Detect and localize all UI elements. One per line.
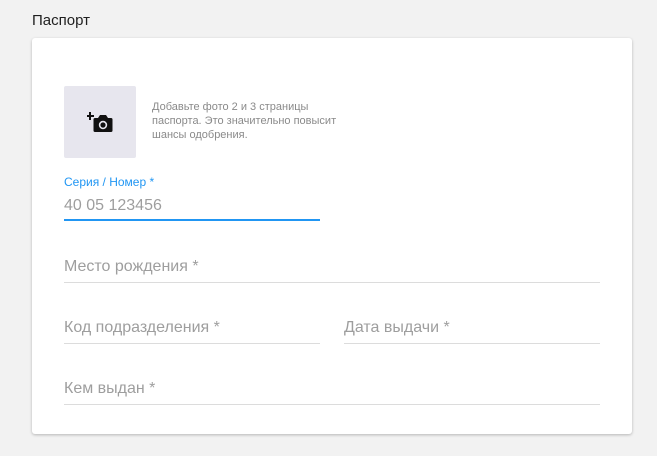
issued-by-underline xyxy=(64,404,600,405)
series-number-label: Серия / Номер * xyxy=(64,175,155,189)
passport-section-title: Паспорт xyxy=(32,12,90,29)
birthplace-underline xyxy=(64,282,600,283)
division-code-underline xyxy=(64,343,320,344)
add-photo-camera-icon xyxy=(87,112,113,132)
issue-date-underline xyxy=(344,343,600,344)
issued-by-field xyxy=(64,378,600,406)
division-code-input[interactable] xyxy=(64,317,320,339)
series-number-underline xyxy=(64,219,320,221)
division-code-field xyxy=(64,317,320,345)
birthplace-field xyxy=(64,256,600,284)
issue-date-input[interactable] xyxy=(344,317,600,339)
series-number-field: Серия / Номер * xyxy=(64,175,320,221)
add-photo-button[interactable] xyxy=(64,86,136,158)
issued-by-input[interactable] xyxy=(64,378,600,400)
birthplace-input[interactable] xyxy=(64,256,600,278)
series-number-input[interactable] xyxy=(64,196,320,216)
passport-card: Добавьте фото 2 и 3 страницы паспорта. Э… xyxy=(32,38,632,434)
photo-hint-text: Добавьте фото 2 и 3 страницы паспорта. Э… xyxy=(152,101,337,141)
issue-date-field xyxy=(344,317,600,345)
